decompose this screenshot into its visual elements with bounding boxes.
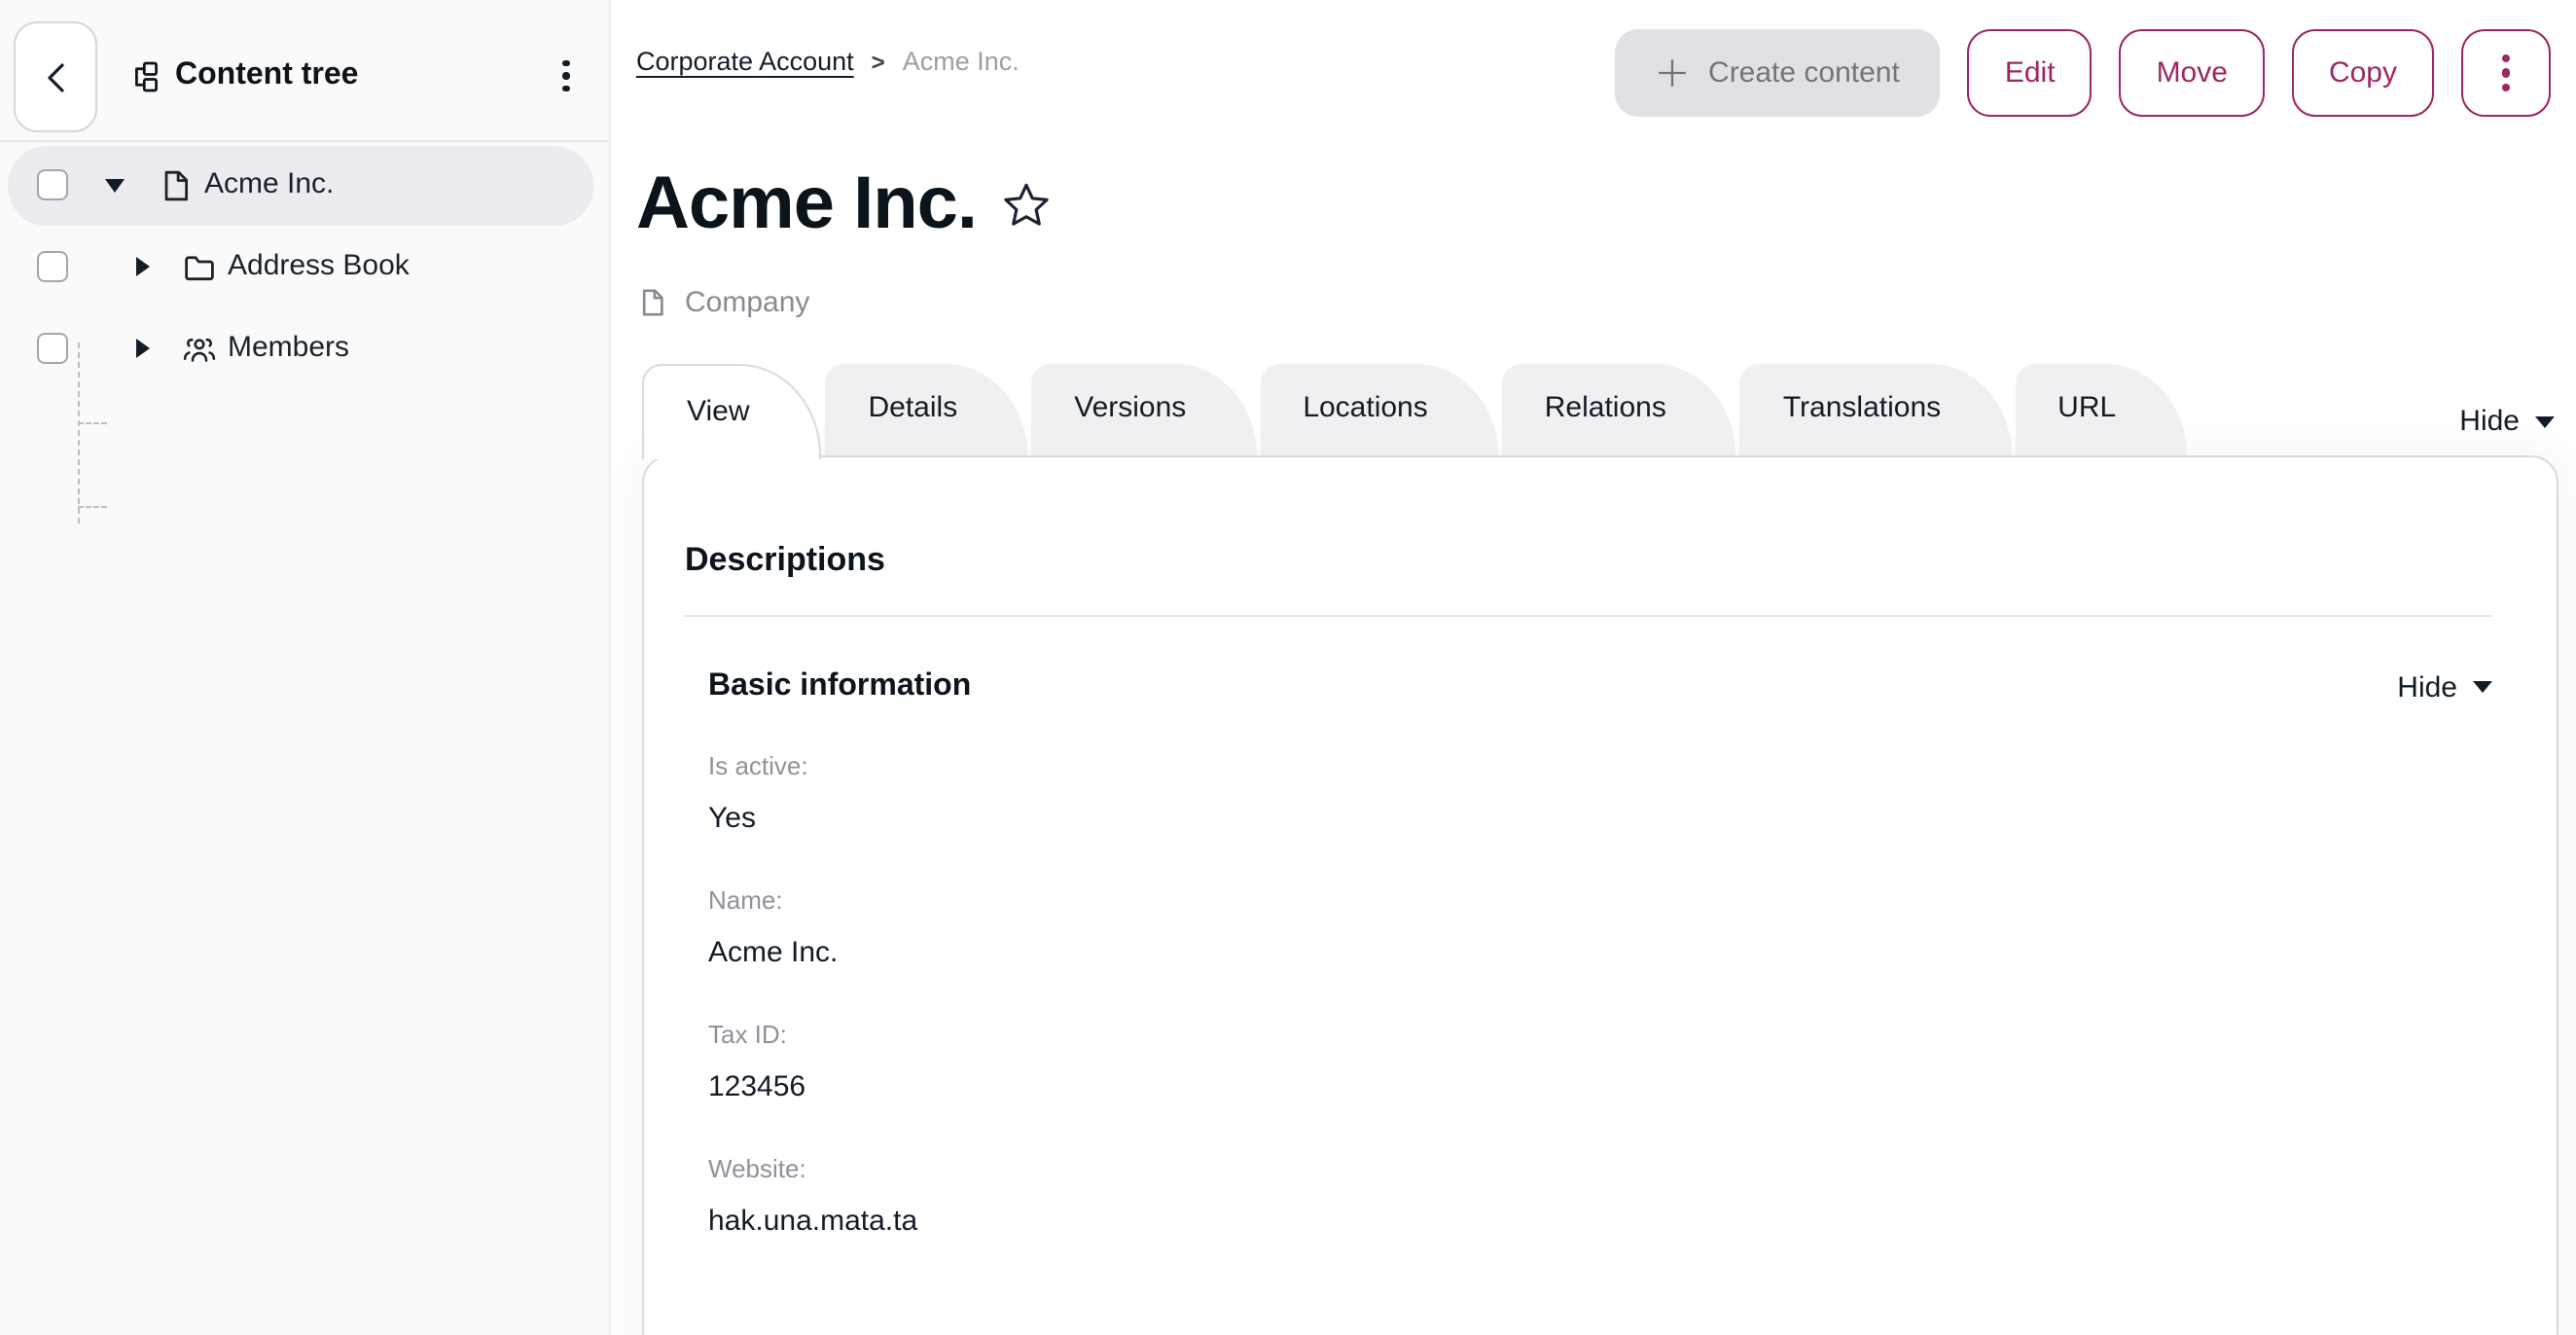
tree-item-checkbox[interactable] <box>37 169 68 200</box>
tab-translations[interactable]: Translations <box>1740 364 2011 455</box>
caret-right-icon[interactable] <box>136 339 150 358</box>
field-is-active: Is active: Yes <box>708 751 2492 835</box>
tab-url[interactable]: URL <box>2015 364 2186 455</box>
field-label: Name: <box>708 885 2492 915</box>
tree-item-label[interactable]: Members <box>228 331 349 364</box>
tabs-area: View Details Versions Locations Relation… <box>642 364 2558 1335</box>
tree-item-acme-inc[interactable]: Acme Inc. <box>8 146 593 226</box>
section-title: Descriptions <box>685 541 2492 580</box>
folder-icon <box>183 251 216 284</box>
action-buttons: Create content Edit Move Copy <box>1615 29 2551 117</box>
sidebar-title: Content tree <box>126 58 358 93</box>
star-icon[interactable] <box>1000 179 1053 232</box>
tree-guide-line <box>78 506 107 508</box>
field-label: Is active: <box>708 751 2492 780</box>
app-window: Content tree Acme Inc. <box>0 0 2576 1335</box>
tree-item-label[interactable]: Acme Inc. <box>204 167 334 200</box>
content-type-row: Company <box>638 286 809 319</box>
copy-button[interactable]: Copy <box>2292 29 2434 117</box>
file-icon <box>638 288 667 317</box>
page-title-row: Acme Inc. <box>636 163 1053 247</box>
caret-down-icon[interactable] <box>105 179 125 193</box>
field-website: Website: hak.una.mata.ta <box>708 1154 2492 1238</box>
hide-group-toggle[interactable]: Hide <box>2397 670 2492 704</box>
field-name: Name: Acme Inc. <box>708 885 2492 969</box>
field-list: Is active: Yes Name: Acme Inc. Tax ID: 1… <box>708 751 2492 1238</box>
group-title: Basic information <box>708 669 971 704</box>
main-content: Corporate Account > Acme Inc. Create con… <box>611 0 2576 1335</box>
edit-button[interactable]: Edit <box>1968 29 2093 117</box>
breadcrumb-current: Acme Inc. <box>903 47 1020 76</box>
tree-item-label[interactable]: Address Book <box>228 249 410 282</box>
tab-relations[interactable]: Relations <box>1502 364 1736 455</box>
field-value: 123456 <box>708 1070 2492 1103</box>
content-tree-header: Content tree <box>0 0 609 142</box>
tree-item-checkbox[interactable] <box>37 333 68 364</box>
section-divider <box>685 615 2492 617</box>
breadcrumb: Corporate Account > Acme Inc. <box>636 47 1020 76</box>
move-button[interactable]: Move <box>2120 29 2265 117</box>
field-value: hak.una.mata.ta <box>708 1205 2492 1238</box>
hide-tabs-toggle[interactable]: Hide <box>2459 405 2555 438</box>
chevron-down-icon <box>2473 681 2492 693</box>
basic-information-group: Basic information Hide Is active: Yes Na… <box>685 669 2492 1238</box>
field-value: Acme Inc. <box>708 936 2492 969</box>
view-panel: Descriptions Basic information Hide Is a… <box>642 455 2558 1335</box>
content-tree: Acme Inc. Address Book <box>0 142 609 389</box>
content-tree-sidebar: Content tree Acme Inc. <box>0 0 611 1335</box>
tab-details[interactable]: Details <box>826 364 1028 455</box>
field-value: Yes <box>708 802 2492 835</box>
tree-item-checkbox[interactable] <box>37 251 68 282</box>
tabs: View Details Versions Locations Relation… <box>642 364 2558 455</box>
users-icon <box>183 333 216 366</box>
plus-icon <box>1656 56 1689 90</box>
chevron-down-icon <box>2535 415 2555 427</box>
tree-item-address-book[interactable]: Address Book <box>8 228 593 307</box>
page-title: Acme Inc. <box>636 163 977 247</box>
tree-item-members[interactable]: Members <box>8 309 593 389</box>
tab-versions[interactable]: Versions <box>1031 364 1256 455</box>
field-tax-id: Tax ID: 123456 <box>708 1020 2492 1103</box>
content-tree-icon <box>126 59 160 92</box>
tree-guide-line <box>78 422 107 424</box>
tree-options-button[interactable] <box>552 44 582 108</box>
more-actions-button[interactable] <box>2461 29 2551 117</box>
content-type-label: Company <box>685 286 809 319</box>
field-label: Website: <box>708 1154 2492 1183</box>
file-icon <box>160 169 193 202</box>
tab-locations[interactable]: Locations <box>1260 364 1497 455</box>
collapse-sidebar-button[interactable] <box>14 21 97 132</box>
tab-view[interactable]: View <box>642 364 822 459</box>
caret-right-icon[interactable] <box>136 257 150 276</box>
create-content-button[interactable]: Create content <box>1615 29 1941 117</box>
breadcrumb-link[interactable]: Corporate Account <box>636 47 854 76</box>
chevron-left-icon <box>38 57 73 96</box>
field-label: Tax ID: <box>708 1020 2492 1049</box>
breadcrumb-separator: > <box>872 48 885 75</box>
sidebar-title-label: Content tree <box>175 58 358 93</box>
